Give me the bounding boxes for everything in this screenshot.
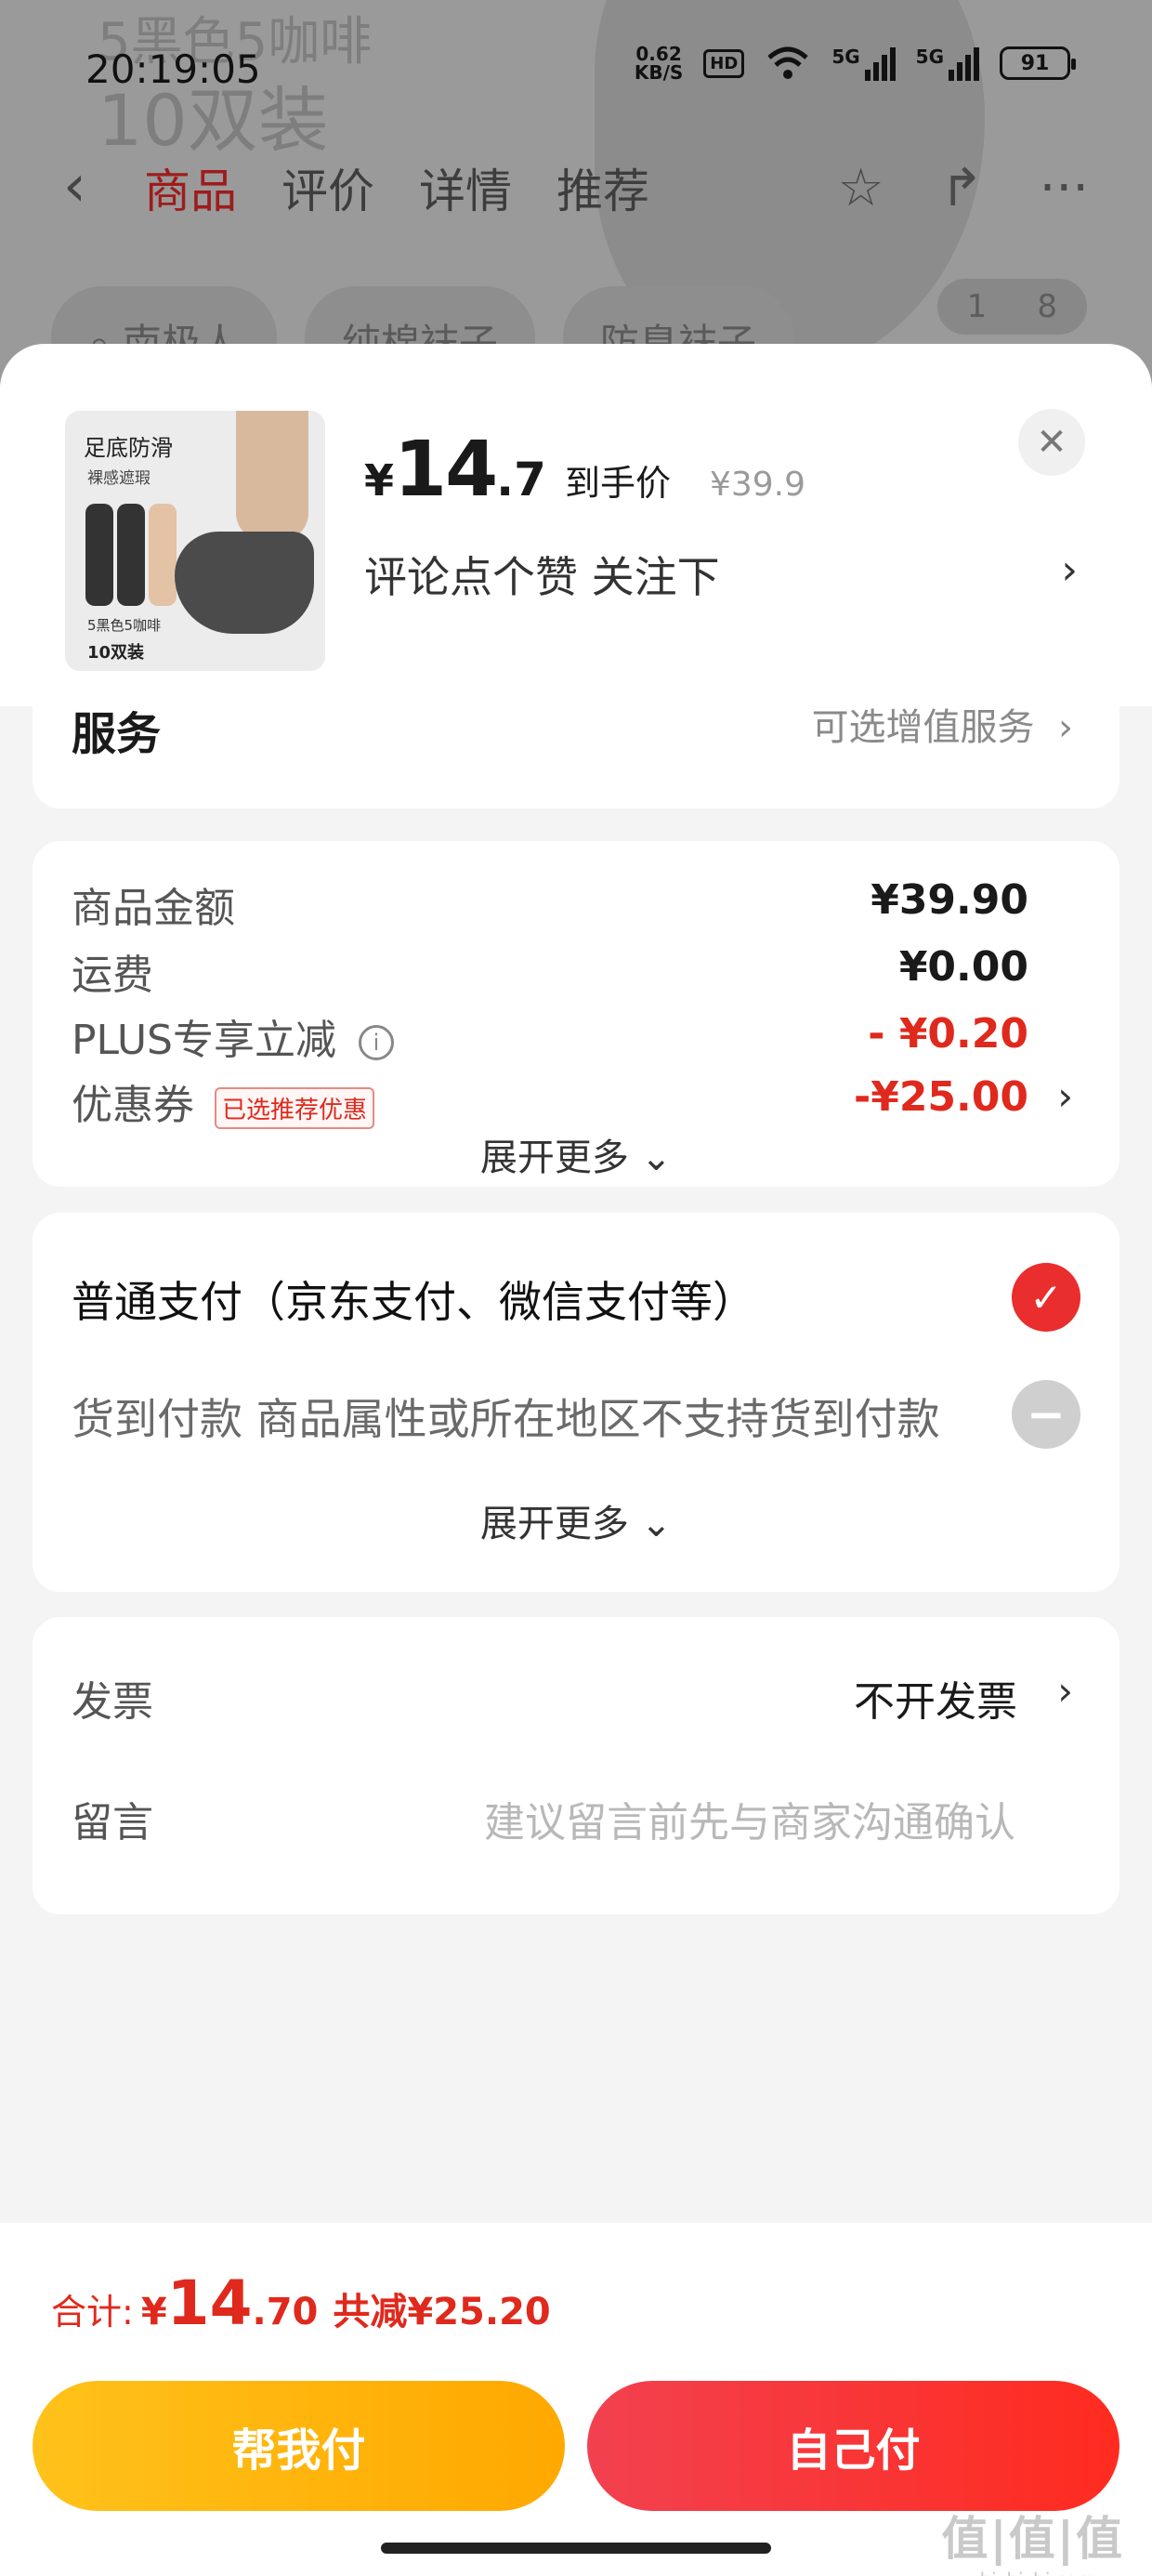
coupon-label: 优惠券 已选推荐优惠 — [72, 1071, 375, 1131]
disabled-icon: − — [1012, 1380, 1080, 1449]
tab-reviews[interactable]: 评价 — [281, 154, 374, 221]
product-summary: 足底防滑 裸感遮瑕 5黑色5咖啡 10双装 ¥ 14 .7 到手价 ¥39.9 … — [0, 344, 1152, 706]
star-icon[interactable]: ☆ — [837, 158, 884, 218]
expand-more-button[interactable]: 展开更多 ⌄ — [33, 1493, 1119, 1547]
product-nav-bar: ‹ 商品 评价 详情 推荐 ☆ ↱ ··· — [0, 149, 1152, 223]
promo-text[interactable]: 评论点个赞 关注下 — [364, 544, 720, 605]
coupon-badge: 已选推荐优惠 — [215, 1086, 375, 1129]
nav-actions: ☆ ↱ ··· — [837, 158, 1089, 218]
tab-details[interactable]: 详情 — [419, 154, 512, 221]
checkout-footer: 合计: ¥ 14 .70 共减¥25.20 帮我付 自己付 值|值|值 zhiz… — [0, 2223, 1152, 2576]
close-button[interactable]: ✕ — [1018, 409, 1085, 476]
expand-more-button[interactable]: 展开更多 ⌄ — [33, 1127, 1119, 1181]
back-arrow-icon[interactable]: ‹ — [63, 157, 86, 215]
wifi-icon — [767, 46, 808, 79]
service-hint: 可选增值服务 — [811, 706, 1035, 749]
product-thumbnail[interactable]: 足底防滑 裸感遮瑕 5黑色5咖啡 10双装 — [65, 411, 325, 671]
payment-option-standard[interactable]: 普通支付（京东支付、微信支付等） — [72, 1268, 755, 1330]
original-price: ¥39.9 — [709, 466, 806, 504]
tab-recommend[interactable]: 推荐 — [556, 154, 649, 221]
plus-discount-value: - ¥0.20 — [868, 1010, 1028, 1058]
image-page-indicator: 1 8 — [936, 279, 1087, 335]
tab-product[interactable]: 商品 — [144, 154, 237, 221]
chevron-right-icon[interactable]: › — [1057, 1668, 1073, 1714]
product-tabs: 商品 评价 详情 推荐 — [144, 154, 649, 221]
shipping-value: ¥0.00 — [898, 943, 1028, 991]
coupon-value[interactable]: -¥25.00 — [854, 1073, 1028, 1121]
subtotal-label: 商品金额 — [72, 885, 235, 932]
note-label: 留言 — [72, 1799, 153, 1847]
note-input[interactable]: 建议留言前先与商家沟通确认 — [484, 1789, 1015, 1848]
invoice-value[interactable]: 不开发票 — [854, 1668, 1017, 1728]
network-speed: 0.62 KB/S — [634, 43, 684, 84]
info-icon[interactable]: i — [359, 1025, 394, 1060]
share-icon[interactable]: ↱ — [940, 158, 984, 218]
final-price: ¥ 14 .7 到手价 ¥39.9 — [364, 426, 806, 514]
status-time: 20:19:05 — [85, 46, 261, 92]
payment-option-cod: 货到付款 商品属性或所在地区不支持货到付款 — [72, 1394, 940, 1444]
total-discount: 共减¥25.20 — [333, 2291, 551, 2333]
service-row[interactable]: 服务 可选增值服务 › — [33, 697, 1119, 808]
help-pay-button[interactable]: 帮我付 — [33, 2381, 565, 2511]
checkout-sheet: 足底防滑 裸感遮瑕 5黑色5咖啡 10双装 ¥ 14 .7 到手价 ¥39.9 … — [0, 344, 1152, 2230]
status-icons: 0.62 KB/S HD 5G 5G 91 — [634, 43, 1076, 84]
total-label: 合计: — [51, 2292, 134, 2333]
invoice-note-card: 发票 不开发票 › 留言 建议留言前先与商家沟通确认 — [33, 1617, 1119, 1914]
shipping-label: 运费 — [72, 952, 153, 999]
self-pay-button[interactable]: 自己付 — [587, 2381, 1119, 2511]
payment-method-card: 普通支付（京东支付、微信支付等） ✓ 货到付款 商品属性或所在地区不支持货到付款… — [33, 1213, 1119, 1592]
signal-icon: 5G — [831, 46, 896, 81]
subtotal-value: ¥39.90 — [871, 876, 1028, 924]
chevron-down-icon: ⌄ — [628, 1503, 673, 1545]
close-icon: ✕ — [1036, 421, 1067, 464]
order-total: 合计: ¥ 14 .70 共减¥25.20 — [51, 2267, 551, 2339]
chevron-right-icon: › — [1046, 706, 1073, 749]
chevron-right-icon[interactable]: › — [1057, 1073, 1073, 1119]
hd-voice-icon: HD — [703, 48, 745, 78]
plus-discount-label: PLUS专享立减 i — [72, 1006, 394, 1066]
signal-icon: 5G — [916, 46, 979, 81]
chevron-right-icon[interactable]: › — [1061, 546, 1078, 594]
checked-icon[interactable]: ✓ — [1012, 1263, 1080, 1332]
final-price-label: 到手价 — [564, 463, 671, 504]
chevron-down-icon: ⌄ — [628, 1137, 673, 1179]
service-title: 服务 — [72, 708, 162, 760]
battery-icon: 91 — [1000, 46, 1076, 80]
home-indicator[interactable] — [381, 2543, 771, 2554]
cost-breakdown-card: 商品金额 ¥39.90 运费 ¥0.00 PLUS专享立减 i - ¥0.20 优… — [33, 841, 1119, 1187]
watermark-logo: 值|值|值 zhizhizhi.com — [941, 2512, 1124, 2576]
more-icon[interactable]: ··· — [1040, 158, 1089, 218]
invoice-label: 发票 — [72, 1678, 153, 1726]
background-product-page: 5黑色5咖啡 10双装 20:19:05 0.62 KB/S HD 5G 5G … — [0, 0, 1152, 390]
